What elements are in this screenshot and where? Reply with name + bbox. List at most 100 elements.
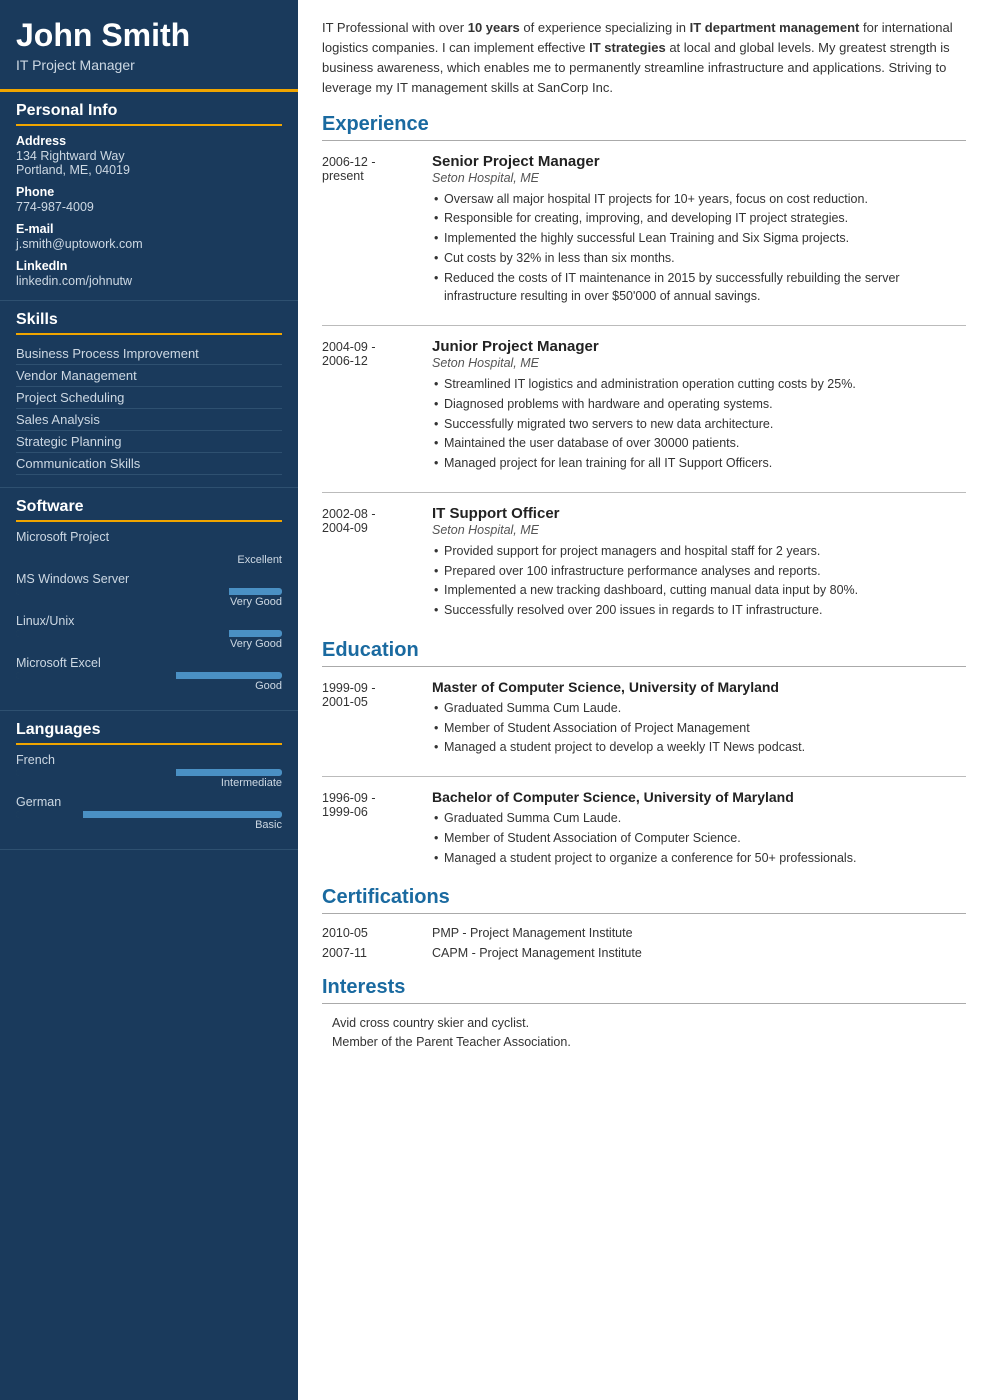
education-date: 1996-09 -1999-06 — [322, 789, 432, 868]
software-level: Very Good — [16, 638, 282, 650]
software-heading: Software — [16, 498, 282, 522]
skill-item: Sales Analysis — [16, 409, 282, 431]
certifications-heading: Certifications — [322, 886, 966, 914]
software-item: Linux/Unix Very Good — [16, 614, 282, 650]
experience-heading: Experience — [322, 113, 966, 141]
job-bullets: Oversaw all major hospital IT projects f… — [432, 190, 966, 307]
address-line1: 134 Rightward Way — [16, 149, 282, 163]
interests-section: Interests Avid cross country skier and c… — [322, 976, 966, 1049]
job-title: IT Support Officer — [432, 505, 966, 522]
edu-bullets: Graduated Summa Cum Laude.Member of Stud… — [432, 699, 966, 757]
experience-item: 2004-09 -2006-12 Junior Project Manager … — [322, 338, 966, 474]
skill-item: Business Process Improvement — [16, 343, 282, 365]
skill-item: Strategic Planning — [16, 431, 282, 453]
languages-heading: Languages — [16, 721, 282, 745]
software-level: Excellent — [16, 554, 282, 566]
cert-name: CAPM - Project Management Institute — [432, 946, 642, 960]
edu-bullets: Graduated Summa Cum Laude.Member of Stud… — [432, 809, 966, 867]
skill-item: Project Scheduling — [16, 387, 282, 409]
phone-value: 774-987-4009 — [16, 200, 282, 214]
job-bullets: Provided support for project managers an… — [432, 542, 966, 620]
languages-section: Languages French Intermediate German Bas… — [0, 711, 298, 850]
email-value: j.smith@uptowork.com — [16, 237, 282, 251]
cert-row: 2010-05 PMP - Project Management Institu… — [322, 926, 966, 940]
bullet-item: Managed a student project to develop a w… — [432, 738, 966, 757]
experience-item: 2002-08 -2004-09 IT Support Officer Seto… — [322, 505, 966, 621]
job-company: Seton Hospital, ME — [432, 171, 966, 185]
bullet-item: Oversaw all major hospital IT projects f… — [432, 190, 966, 209]
bullet-item: Member of Student Association of Project… — [432, 719, 966, 738]
software-item: MS Windows Server Very Good — [16, 572, 282, 608]
cert-date: 2007-11 — [322, 946, 432, 960]
summary-text: IT Professional with over 10 years of ex… — [322, 18, 966, 99]
edu-degree: Bachelor of Computer Science, University… — [432, 789, 966, 805]
education-item: 1999-09 -2001-05 Master of Computer Scie… — [322, 679, 966, 758]
language-item: French Intermediate — [16, 753, 282, 789]
personal-info-section: Personal Info Address 134 Rightward Way … — [0, 92, 298, 301]
job-bullets: Streamlined IT logistics and administrat… — [432, 375, 966, 473]
bullet-item: Prepared over 100 infrastructure perform… — [432, 562, 966, 581]
phone-label: Phone — [16, 185, 282, 199]
education-section: Education 1999-09 -2001-05 Master of Com… — [322, 639, 966, 869]
bullet-item: Responsible for creating, improving, and… — [432, 209, 966, 228]
experience-date: 2002-08 -2004-09 — [322, 505, 432, 621]
sidebar: John Smith IT Project Manager Personal I… — [0, 0, 298, 1400]
cert-date: 2010-05 — [322, 926, 432, 940]
interest-item: Avid cross country skier and cyclist. — [322, 1016, 966, 1030]
email-label: E-mail — [16, 222, 282, 236]
language-name: French — [16, 753, 282, 767]
address-label: Address — [16, 134, 282, 148]
bullet-item: Maintained the user database of over 300… — [432, 434, 966, 453]
main-content: IT Professional with over 10 years of ex… — [298, 0, 990, 1400]
bullet-item: Managed project for lean training for al… — [432, 454, 966, 473]
bullet-item: Implemented a new tracking dashboard, cu… — [432, 581, 966, 600]
bullet-item: Diagnosed problems with hardware and ope… — [432, 395, 966, 414]
experience-section: Experience 2006-12 -present Senior Proje… — [322, 113, 966, 621]
skills-list: Business Process ImprovementVendor Manag… — [16, 343, 282, 475]
bullet-item: Implemented the highly successful Lean T… — [432, 229, 966, 248]
software-name: Microsoft Excel — [16, 656, 282, 670]
skill-item: Vendor Management — [16, 365, 282, 387]
education-heading: Education — [322, 639, 966, 667]
software-bar — [16, 630, 282, 637]
language-item: German Basic — [16, 795, 282, 831]
bullet-item: Member of Student Association of Compute… — [432, 829, 966, 848]
software-bar — [16, 546, 282, 553]
job-company: Seton Hospital, ME — [432, 523, 966, 537]
interest-item: Member of the Parent Teacher Association… — [322, 1035, 966, 1049]
candidate-name: John Smith — [16, 18, 282, 53]
education-detail: Bachelor of Computer Science, University… — [432, 789, 966, 868]
experience-date: 2004-09 -2006-12 — [322, 338, 432, 474]
experience-item: 2006-12 -present Senior Project Manager … — [322, 153, 966, 308]
linkedin-label: LinkedIn — [16, 259, 282, 273]
bullet-item: Streamlined IT logistics and administrat… — [432, 375, 966, 394]
interests-heading: Interests — [322, 976, 966, 1004]
software-name: Microsoft Project — [16, 530, 282, 544]
skills-heading: Skills — [16, 311, 282, 335]
language-level: Basic — [16, 819, 282, 831]
language-level: Intermediate — [16, 777, 282, 789]
software-bar — [16, 672, 282, 679]
bullet-item: Successfully resolved over 200 issues in… — [432, 601, 966, 620]
education-detail: Master of Computer Science, University o… — [432, 679, 966, 758]
certifications-section: Certifications 2010-05 PMP - Project Man… — [322, 886, 966, 960]
bullet-item: Cut costs by 32% in less than six months… — [432, 249, 966, 268]
language-bar — [16, 811, 282, 818]
software-bar — [16, 588, 282, 595]
language-bar — [16, 769, 282, 776]
experience-detail: Junior Project Manager Seton Hospital, M… — [432, 338, 966, 474]
education-item: 1996-09 -1999-06 Bachelor of Computer Sc… — [322, 789, 966, 868]
software-item: Microsoft Project Excellent — [16, 530, 282, 566]
skill-item: Communication Skills — [16, 453, 282, 475]
experience-date: 2006-12 -present — [322, 153, 432, 308]
experience-detail: IT Support Officer Seton Hospital, ME Pr… — [432, 505, 966, 621]
bullet-item: Provided support for project managers an… — [432, 542, 966, 561]
skills-section: Skills Business Process ImprovementVendo… — [0, 301, 298, 488]
sidebar-header: John Smith IT Project Manager — [0, 0, 298, 92]
bullet-item: Successfully migrated two servers to new… — [432, 415, 966, 434]
candidate-title: IT Project Manager — [16, 57, 282, 73]
address-line2: Portland, ME, 04019 — [16, 163, 282, 177]
bullet-item: Graduated Summa Cum Laude. — [432, 809, 966, 828]
linkedin-value: linkedin.com/johnutw — [16, 274, 282, 288]
software-item: Microsoft Excel Good — [16, 656, 282, 692]
